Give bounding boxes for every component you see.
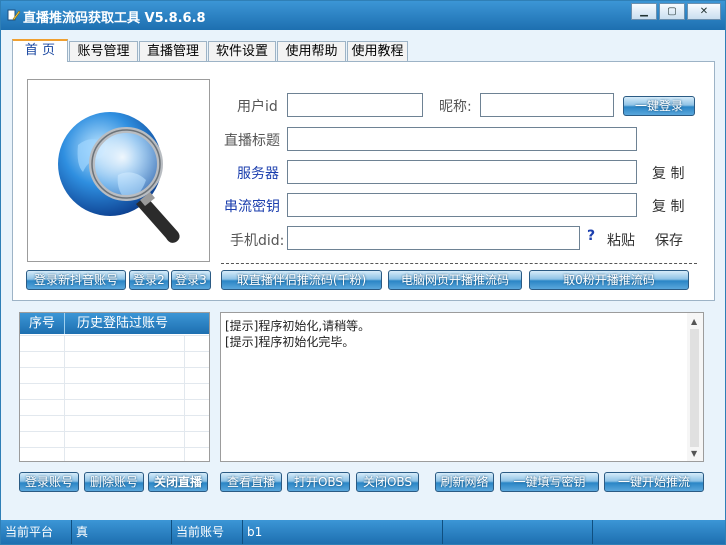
stream-key-input[interactable]	[287, 193, 637, 217]
log-scrollbar[interactable]: ▲ ▼	[687, 313, 703, 461]
paste-button[interactable]: 粘贴	[607, 230, 635, 250]
scroll-track[interactable]	[690, 329, 699, 447]
scroll-down-icon[interactable]: ▼	[691, 449, 697, 458]
user-id-input[interactable]	[287, 93, 423, 117]
copy-stream-key-button[interactable]: 复 制	[652, 196, 684, 216]
live-title-label: 直播标题	[224, 133, 280, 149]
login-account-button[interactable]: 登录账号	[19, 472, 79, 492]
phone-did-input[interactable]	[287, 226, 580, 250]
copy-server-button[interactable]: 复 制	[652, 163, 684, 183]
status-platform-value: 真	[72, 520, 172, 544]
divider	[221, 263, 697, 264]
refresh-network-button[interactable]: 刷新网络	[435, 472, 494, 492]
tab-usage-help[interactable]: 使用帮助	[277, 41, 346, 61]
log-line: [提示]程序初始化完毕。	[225, 335, 355, 349]
log-output[interactable]: [提示]程序初始化,请稍等。 [提示]程序初始化完毕。 ▲ ▼	[220, 312, 704, 462]
tab-home[interactable]: 首 页	[12, 39, 68, 62]
close-obs-button[interactable]: 关闭OBS	[356, 472, 419, 492]
home-panel: 用户id 昵称: 一键登录 直播标题 服务器 复 制 串流密钥 复 制 手机di…	[12, 61, 715, 301]
save-button[interactable]: 保存	[655, 230, 683, 250]
status-cell-empty	[443, 520, 593, 544]
history-accounts-table: 序号 历史登陆过账号	[19, 312, 210, 462]
live-title-input[interactable]	[287, 127, 637, 151]
column-index-header[interactable]: 序号	[20, 313, 65, 334]
login3-button[interactable]: 登录3	[171, 270, 211, 290]
stream-key-label: 串流密钥	[224, 199, 280, 215]
status-bar: 当前平台 真 当前账号 b1	[1, 520, 725, 544]
help-icon[interactable]: ?	[587, 228, 595, 244]
maximize-button[interactable]: ▢	[659, 3, 685, 20]
delete-account-button[interactable]: 删除账号	[84, 472, 144, 492]
start-push-button[interactable]: 一键开始推流	[604, 472, 704, 492]
table-header: 序号 历史登陆过账号	[20, 313, 209, 334]
maximize-icon: ▢	[667, 6, 677, 17]
app-icon	[7, 9, 21, 21]
close-icon: ✕	[699, 6, 709, 17]
user-id-label: 用户id	[237, 99, 278, 115]
column-divider	[184, 335, 185, 461]
one-click-login-button[interactable]: 一键登录	[623, 96, 695, 116]
logo-box	[27, 79, 210, 262]
pc-web-stream-button[interactable]: 电脑网页开播推流码	[388, 270, 522, 290]
minimize-icon: ▁	[640, 6, 648, 17]
status-account-label: 当前账号	[172, 520, 243, 544]
status-account-value: b1	[243, 520, 443, 544]
window-title: 直播推流码获取工具 V5.8.6.8	[23, 11, 206, 26]
zero-fans-stream-button[interactable]: 取0粉开播推流码	[529, 270, 689, 290]
log-line: [提示]程序初始化,请稍等。	[225, 319, 371, 333]
get-companion-stream-button[interactable]: 取直播伴侣推流码(千粉)	[221, 270, 382, 290]
status-cell-empty	[593, 520, 725, 544]
nickname-input[interactable]	[480, 93, 614, 117]
view-live-button[interactable]: 查看直播	[220, 472, 282, 492]
tab-live-management[interactable]: 直播管理	[139, 41, 207, 61]
status-platform-label: 当前平台	[1, 520, 72, 544]
tab-tutorial[interactable]: 使用教程	[347, 41, 408, 61]
close-button[interactable]: ✕	[687, 3, 721, 20]
login2-button[interactable]: 登录2	[129, 270, 169, 290]
column-account-header[interactable]: 历史登陆过账号	[65, 313, 197, 334]
phone-did-label: 手机did:	[230, 233, 285, 249]
scroll-up-icon[interactable]: ▲	[691, 317, 697, 326]
nickname-label: 昵称:	[439, 99, 472, 115]
server-label: 服务器	[237, 166, 279, 182]
column-divider	[64, 335, 65, 461]
tab-account-management[interactable]: 账号管理	[69, 41, 138, 61]
table-body[interactable]	[20, 335, 209, 461]
tab-software-settings[interactable]: 软件设置	[208, 41, 276, 61]
server-input[interactable]	[287, 160, 637, 184]
open-obs-button[interactable]: 打开OBS	[287, 472, 350, 492]
main-window: 直播推流码获取工具 V5.8.6.8 ▁ ▢ ✕ 首 页 账号管理 直播管理 软…	[0, 0, 726, 545]
title-bar: 直播推流码获取工具 V5.8.6.8 ▁ ▢ ✕	[1, 1, 725, 30]
fill-key-button[interactable]: 一键填写密钥	[500, 472, 599, 492]
minimize-button[interactable]: ▁	[631, 3, 657, 20]
magnifier-globe-icon	[58, 112, 180, 243]
login-new-douyin-button[interactable]: 登录新抖音账号	[26, 270, 126, 290]
close-live-button[interactable]: 关闭直播	[148, 472, 208, 492]
